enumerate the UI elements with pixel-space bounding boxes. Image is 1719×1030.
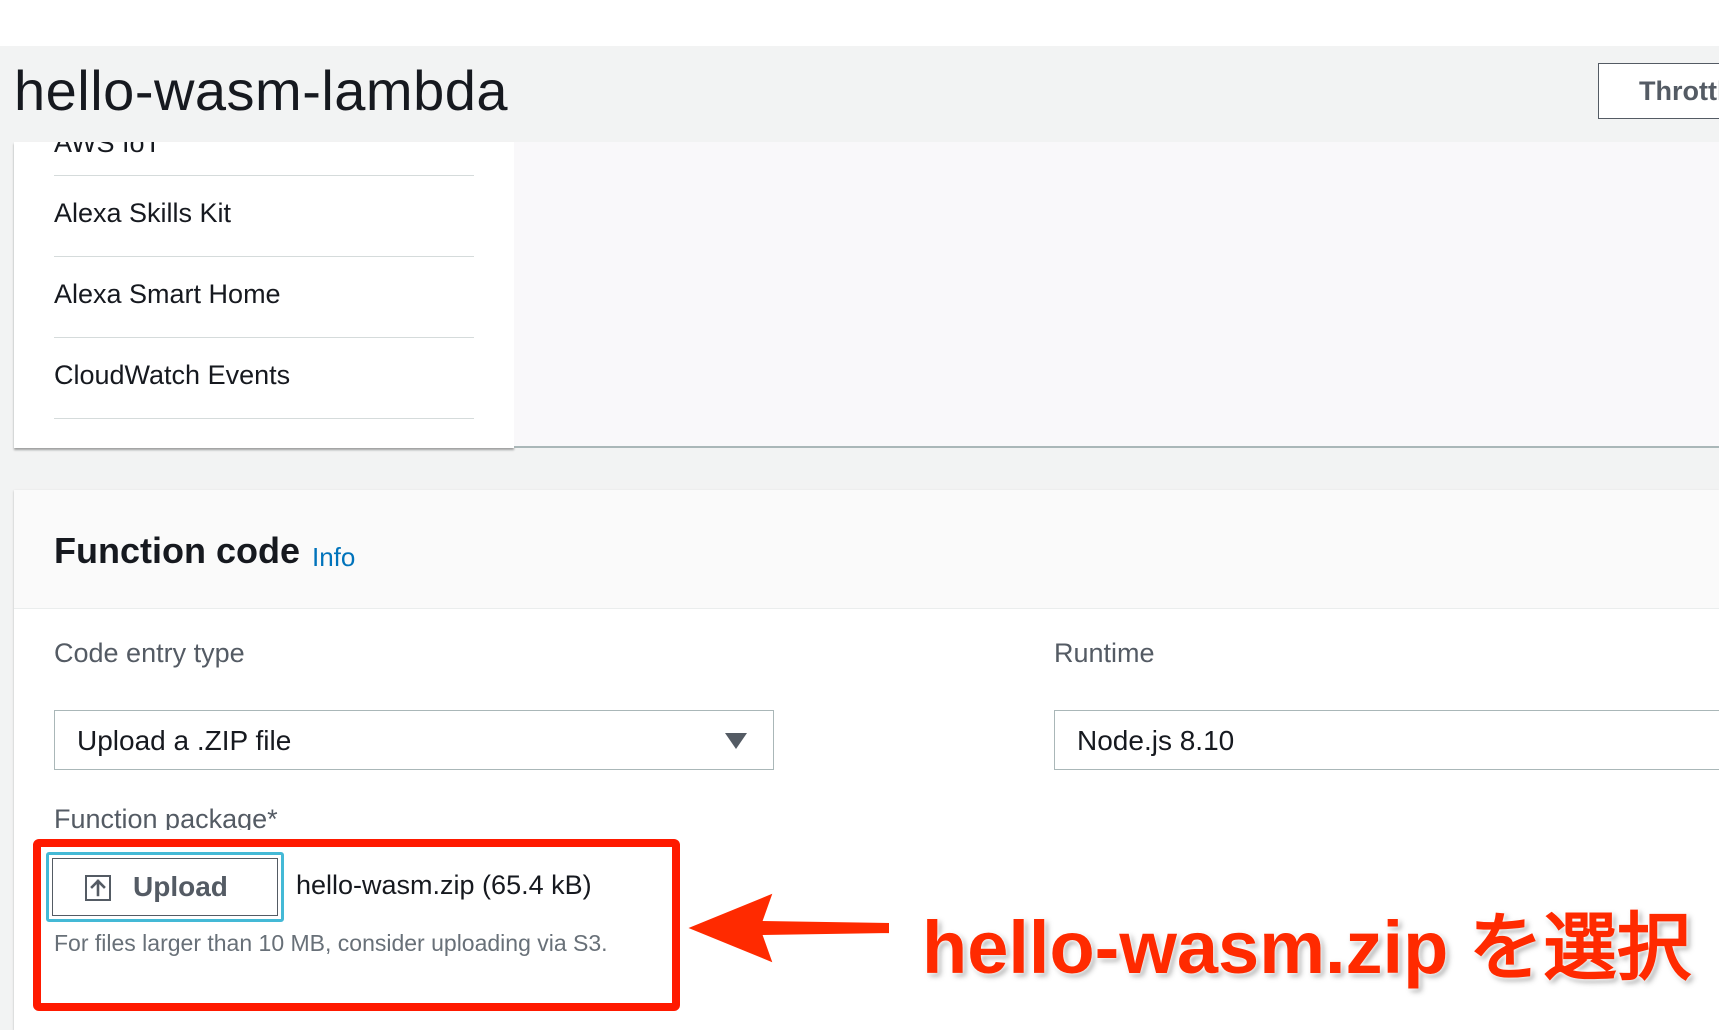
trigger-item-alexa-skills-kit[interactable]: Alexa Skills Kit <box>54 176 474 257</box>
annotation-text: hello-wasm.zip を選択 <box>922 906 1691 989</box>
code-entry-type-select[interactable]: Upload a .ZIP file <box>54 710 774 770</box>
annotation-highlight-box <box>33 839 680 1011</box>
info-link[interactable]: Info <box>312 542 355 573</box>
trigger-list-panel: AWS IoT Alexa Skills Kit Alexa Smart Hom… <box>14 142 514 448</box>
top-strip <box>0 0 1719 46</box>
trigger-item-label: CloudWatch Events <box>54 360 291 390</box>
runtime-label: Runtime <box>1054 638 1155 668</box>
runtime-value: Node.js 8.10 <box>1077 725 1235 756</box>
trigger-list: AWS IoT Alexa Skills Kit Alexa Smart Hom… <box>54 142 474 419</box>
card-title: Function code <box>54 530 300 571</box>
card-header: Function code Info <box>14 490 1719 609</box>
trigger-item-aws-iot[interactable]: AWS IoT <box>54 142 474 176</box>
page-header: hello-wasm-lambda Throttle <box>0 46 1719 142</box>
designer-canvas <box>514 142 1719 448</box>
annotation-arrow-icon <box>686 890 891 966</box>
trigger-item-label: Alexa Skills Kit <box>54 198 232 228</box>
trigger-item-label: Alexa Smart Home <box>54 279 281 309</box>
code-entry-type-value: Upload a .ZIP file <box>77 725 292 756</box>
runtime-select[interactable]: Node.js 8.10 <box>1054 710 1719 770</box>
caret-down-icon <box>725 733 747 749</box>
throttle-button[interactable]: Throttle <box>1598 63 1719 119</box>
trigger-item-label: AWS IoT <box>54 142 162 158</box>
trigger-item-alexa-smart-home[interactable]: Alexa Smart Home <box>54 257 474 338</box>
page-title: hello-wasm-lambda <box>14 59 509 122</box>
code-entry-type-label: Code entry type <box>54 638 245 668</box>
trigger-item-cloudwatch-events[interactable]: CloudWatch Events <box>54 338 474 419</box>
function-package-label: Function package* <box>54 804 278 830</box>
